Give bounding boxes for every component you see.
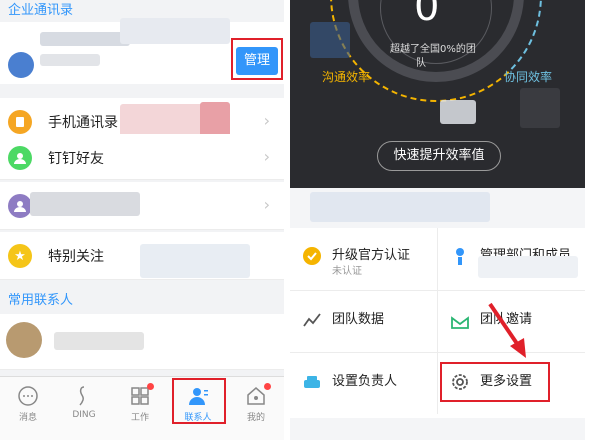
blur-patch (478, 256, 578, 278)
cell-title: 升级官方认证 (332, 248, 411, 263)
collaboration-efficiency-label: 协同效率 (504, 70, 553, 84)
invite-icon (451, 316, 469, 329)
row-label: 特别关注 (48, 249, 104, 265)
star-icon: ★ (8, 244, 32, 268)
chevron-right-icon: › (263, 195, 270, 214)
highlight-box-more-settings (440, 362, 550, 402)
highlight-box-manage (231, 38, 283, 80)
efficiency-panel: 0 超越了全国0%的团 队 沟通效率 协同效率 快速提升效率值 (290, 0, 585, 188)
frequent-contact-row[interactable] (0, 314, 284, 370)
chat-bubble-icon (18, 386, 38, 406)
certification-status: 未认证 (332, 266, 362, 277)
notification-dot (147, 383, 154, 390)
blur-patch (120, 104, 210, 138)
notification-dot (264, 383, 271, 390)
blurred-contact-name (54, 332, 144, 350)
tab-label: 消息 (18, 413, 37, 423)
line-chart-icon (303, 313, 321, 327)
blur-patch (310, 192, 490, 222)
exceed-text: 超越了全国0%的团 (390, 44, 476, 55)
ding-icon (79, 386, 85, 406)
avatar (6, 322, 42, 358)
phone-book-icon (8, 110, 32, 134)
exceed-text-cont: 队 (416, 58, 426, 69)
organization-logo (8, 52, 34, 78)
cell-title: 设置负责人 (332, 374, 398, 389)
contacts-screen: 企业通讯录 管理 手机通讯录 › 钉钉好友 › › ★ 特别关注 常用联系人 消… (0, 0, 284, 440)
user-icon (8, 146, 32, 170)
blur-patch (140, 244, 250, 278)
blur-patch (440, 100, 476, 124)
cell-title: 团队数据 (332, 312, 385, 327)
chevron-right-icon: › (263, 111, 270, 130)
tab-work[interactable]: 工作 (112, 377, 168, 440)
row-label: 手机通讯录 (48, 115, 118, 131)
frequent-contacts-header: 常用联系人 (0, 290, 284, 312)
row-special-follow[interactable]: ★ 特别关注 (0, 232, 284, 280)
tab-label: 工作 (130, 413, 149, 423)
boost-efficiency-button[interactable]: 快速提升效率值 (377, 141, 501, 171)
tab-label: DING (72, 410, 96, 420)
blur-patch (310, 22, 350, 58)
department-icon (456, 248, 464, 265)
blur-patch (200, 102, 230, 138)
certified-badge-icon (303, 247, 321, 265)
tab-mine[interactable]: 我的 (228, 377, 284, 440)
group-icon (8, 194, 32, 218)
row-dingtalk-friends[interactable]: 钉钉好友 › (0, 134, 284, 180)
upgrade-certification-cell[interactable]: 升级官方认证 未认证 (290, 228, 436, 288)
row-label: 钉钉好友 (48, 151, 104, 167)
highlight-box-contacts-tab (172, 378, 226, 424)
blur-patch (520, 88, 560, 128)
sofa-icon (304, 376, 320, 388)
set-owner-cell[interactable]: 设置负责人 (290, 354, 436, 414)
blur-patch (120, 18, 230, 44)
efficiency-score: 0 (414, 0, 440, 30)
red-arrow-annotation (488, 302, 526, 358)
blurred-org-name (40, 32, 130, 46)
manage-departments-cell[interactable]: 管理部门和成员 (438, 228, 584, 288)
bottom-tab-bar: 消息 DING 工作 联系人 我的 (0, 376, 284, 440)
blurred-org-sub (40, 54, 100, 66)
row-group[interactable]: › (0, 182, 284, 230)
blur-patch (30, 192, 140, 216)
tab-ding[interactable]: DING (56, 377, 112, 440)
tab-label: 我的 (246, 413, 265, 423)
tab-messages[interactable]: 消息 (0, 377, 56, 440)
team-management-screen: 0 超越了全国0%的团 队 沟通效率 协同效率 快速提升效率值 升级官方认证 未… (290, 0, 585, 440)
team-data-cell[interactable]: 团队数据 (290, 292, 436, 352)
communication-efficiency-label: 沟通效率 (322, 70, 371, 84)
chevron-right-icon: › (263, 147, 270, 166)
